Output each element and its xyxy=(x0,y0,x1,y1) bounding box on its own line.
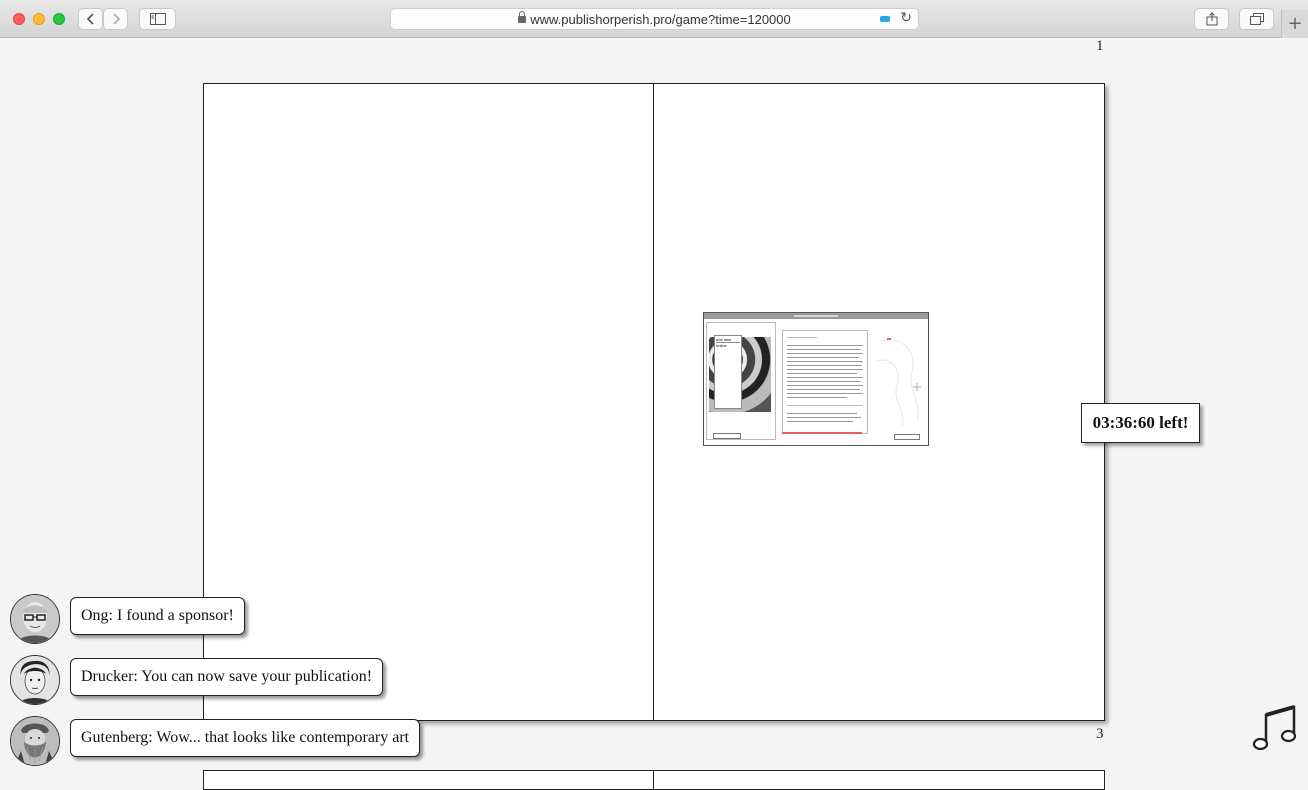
sidebar-icon xyxy=(149,13,166,25)
thumb-map-graphic xyxy=(876,338,921,427)
audio-indicator-icon[interactable] xyxy=(880,16,890,22)
minimize-window-button[interactable] xyxy=(33,13,45,25)
page-number-bottom: 3 xyxy=(1096,726,1104,742)
lock-icon xyxy=(518,11,527,23)
drucker-avatar[interactable] xyxy=(10,655,60,705)
time-left-counter: 03:36:60 left! xyxy=(1081,403,1200,443)
close-window-button[interactable] xyxy=(13,13,25,25)
gutenberg-avatar[interactable] xyxy=(10,716,60,766)
new-tab-button[interactable]: + xyxy=(1281,10,1308,38)
music-note-icon[interactable] xyxy=(1252,703,1298,753)
url-text: www.publishorperish.pro/game?time=120000 xyxy=(530,12,791,27)
browser-toolbar: www.publishorperish.pro/game?time=120000… xyxy=(0,0,1308,38)
thumb-text-panel xyxy=(782,330,868,434)
sidebar-toggle-button[interactable] xyxy=(139,8,176,30)
chat-bubble: Gutenberg: Wow... that looks like contem… xyxy=(70,719,421,757)
reload-icon[interactable]: ↻ xyxy=(900,10,912,26)
thumb-menu-item: online xyxy=(716,343,727,348)
spread-gutter xyxy=(653,771,654,789)
chat-bubble: Ong: I found a sponsor! xyxy=(70,597,245,635)
thumb-button xyxy=(713,433,741,439)
thumb-left-panel: one new online xyxy=(706,322,776,440)
chevron-right-icon xyxy=(112,13,120,25)
thumb-highlight-bar xyxy=(782,432,862,434)
zoom-window-button[interactable] xyxy=(53,13,65,25)
next-publication-spread[interactable] xyxy=(203,770,1105,790)
chevron-left-icon xyxy=(86,13,94,25)
ong-avatar[interactable] xyxy=(10,594,60,644)
page-number-top: 1 xyxy=(1096,38,1104,54)
show-tabs-button[interactable] xyxy=(1239,8,1274,30)
thumb-menu: one new online xyxy=(714,335,742,409)
share-icon xyxy=(1206,12,1217,26)
share-button[interactable] xyxy=(1194,8,1229,30)
forward-button[interactable] xyxy=(103,8,128,30)
chat-bubble: Drucker: You can now save your publicati… xyxy=(70,658,384,696)
address-bar[interactable]: www.publishorperish.pro/game?time=120000… xyxy=(390,8,919,30)
publication-spread[interactable] xyxy=(203,83,1105,721)
back-button[interactable] xyxy=(78,8,103,30)
thumb-button xyxy=(894,434,920,440)
tabs-icon xyxy=(1249,13,1264,25)
thumb-titlebar xyxy=(704,313,928,319)
pasted-screenshot-image[interactable]: one new online xyxy=(703,312,929,446)
spread-gutter xyxy=(653,84,654,720)
